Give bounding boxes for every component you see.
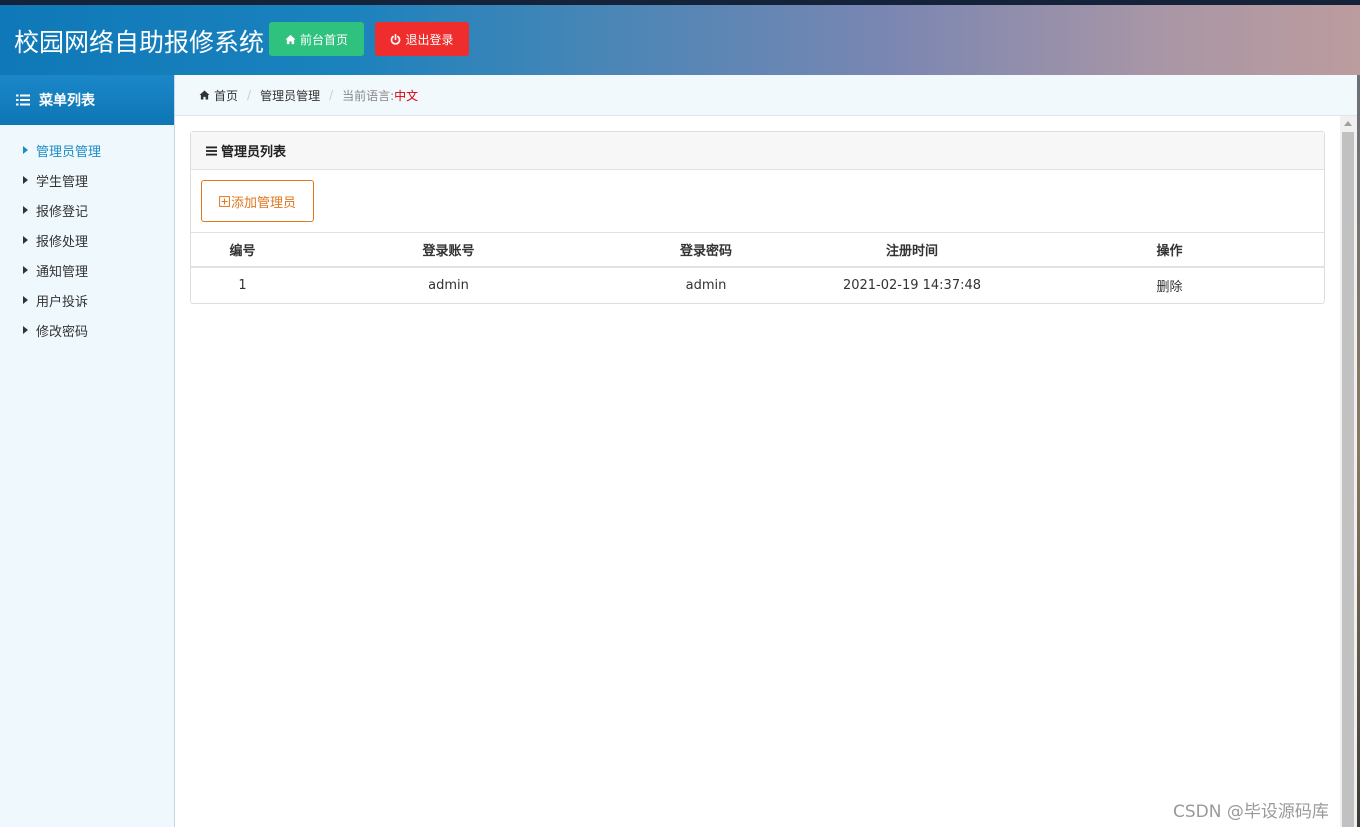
sidebar: 菜单列表 管理员管理 学生管理 报修登记 报修处理 通知管理 用户投诉 修改密码: [0, 75, 175, 827]
logout-button[interactable]: 退出登录: [375, 22, 469, 56]
column-header-account: 登录账号: [294, 233, 603, 268]
frontend-home-button[interactable]: 前台首页: [269, 22, 364, 56]
plus-square-icon: [219, 195, 230, 207]
sidebar-item-student-manage[interactable]: 学生管理: [0, 165, 174, 195]
cell-account: admin: [428, 278, 469, 293]
sidebar-item-notice-manage[interactable]: 通知管理: [0, 255, 174, 285]
cell-password: admin: [685, 278, 727, 293]
panel-toolbar: 添加管理员: [191, 170, 1324, 233]
breadcrumb-separator: /: [329, 88, 334, 102]
admin-table: 编号 登录账号 登录密码 注册时间 操作 1 admin admin 2021-…: [191, 233, 1324, 303]
sidebar-header: 菜单列表: [0, 75, 174, 125]
breadcrumb: 首页 / 管理员管理 / 当前语言: 中文: [175, 75, 1357, 116]
sidebar-item-label: 管理员管理: [36, 144, 102, 160]
panel-header: 管理员列表: [191, 132, 1324, 170]
scrollbar-thumb[interactable]: [1342, 132, 1354, 827]
add-admin-button[interactable]: 添加管理员: [201, 180, 314, 222]
home-icon: [285, 34, 296, 44]
cell-id: 1: [238, 278, 247, 293]
caret-right-icon: [23, 146, 28, 154]
home-icon: [199, 90, 210, 100]
table-row: 1 admin admin 2021-02-19 14:37:48 删除: [191, 267, 1324, 303]
sidebar-menu: 管理员管理 学生管理 报修登记 报修处理 通知管理 用户投诉 修改密码: [0, 125, 174, 345]
power-icon: [391, 33, 401, 45]
panel-title: 管理员列表: [221, 145, 287, 160]
caret-right-icon: [23, 236, 28, 244]
frontend-home-label: 前台首页: [299, 32, 348, 47]
breadcrumb-separator: /: [247, 88, 252, 102]
logout-label: 退出登录: [405, 32, 454, 47]
caret-right-icon: [23, 206, 28, 214]
scroll-up-arrow-icon[interactable]: [1344, 121, 1352, 126]
sidebar-item-label: 通知管理: [36, 264, 89, 280]
sidebar-item-user-complaint[interactable]: 用户投诉: [0, 285, 174, 315]
language-value[interactable]: 中文: [394, 87, 418, 104]
caret-right-icon: [23, 176, 28, 184]
list-icon: [16, 94, 30, 106]
sidebar-item-label: 学生管理: [36, 174, 89, 190]
column-header-password: 登录密码: [603, 233, 809, 268]
admin-list-panel: 管理员列表 添加管理员 编号 登录账号 登录密码 注册时间 操作 1 admin…: [190, 131, 1325, 304]
sidebar-item-repair-process[interactable]: 报修处理: [0, 225, 174, 255]
delete-link[interactable]: 删除: [1015, 267, 1324, 303]
add-admin-label: 添加管理员: [230, 195, 296, 211]
sidebar-item-label: 用户投诉: [36, 294, 89, 310]
sidebar-item-label: 报修处理: [36, 234, 89, 250]
watermark: CSDN @毕设源码库: [1173, 802, 1329, 822]
sidebar-item-label: 报修登记: [36, 204, 89, 220]
vertical-scrollbar[interactable]: [1340, 116, 1357, 827]
app-title: 校园网络自助报修系统: [14, 28, 265, 57]
header-bar: 校园网络自助报修系统 前台首页 退出登录: [0, 0, 1360, 75]
sidebar-item-change-password[interactable]: 修改密码: [0, 315, 174, 345]
sidebar-title: 菜单列表: [39, 93, 95, 109]
sidebar-item-admin-manage[interactable]: 管理员管理: [0, 135, 174, 165]
column-header-id: 编号: [191, 233, 294, 268]
sidebar-item-label: 修改密码: [36, 324, 89, 340]
column-header-action: 操作: [1015, 233, 1324, 268]
caret-right-icon: [23, 296, 28, 304]
breadcrumb-current[interactable]: 管理员管理: [260, 87, 320, 104]
caret-right-icon: [23, 266, 28, 274]
sidebar-item-repair-register[interactable]: 报修登记: [0, 195, 174, 225]
cell-register-time: 2021-02-19 14:37:48: [842, 278, 982, 293]
column-header-register-time: 注册时间: [809, 233, 1015, 268]
language-label: 当前语言:: [342, 88, 395, 103]
breadcrumb-home-link[interactable]: 首页: [214, 87, 238, 104]
main-content: 管理员列表 添加管理员 编号 登录账号 登录密码 注册时间 操作 1 admin…: [175, 116, 1340, 827]
table-header-row: 编号 登录账号 登录密码 注册时间 操作: [191, 233, 1324, 268]
menu-icon: [206, 146, 217, 155]
caret-right-icon: [23, 326, 28, 334]
